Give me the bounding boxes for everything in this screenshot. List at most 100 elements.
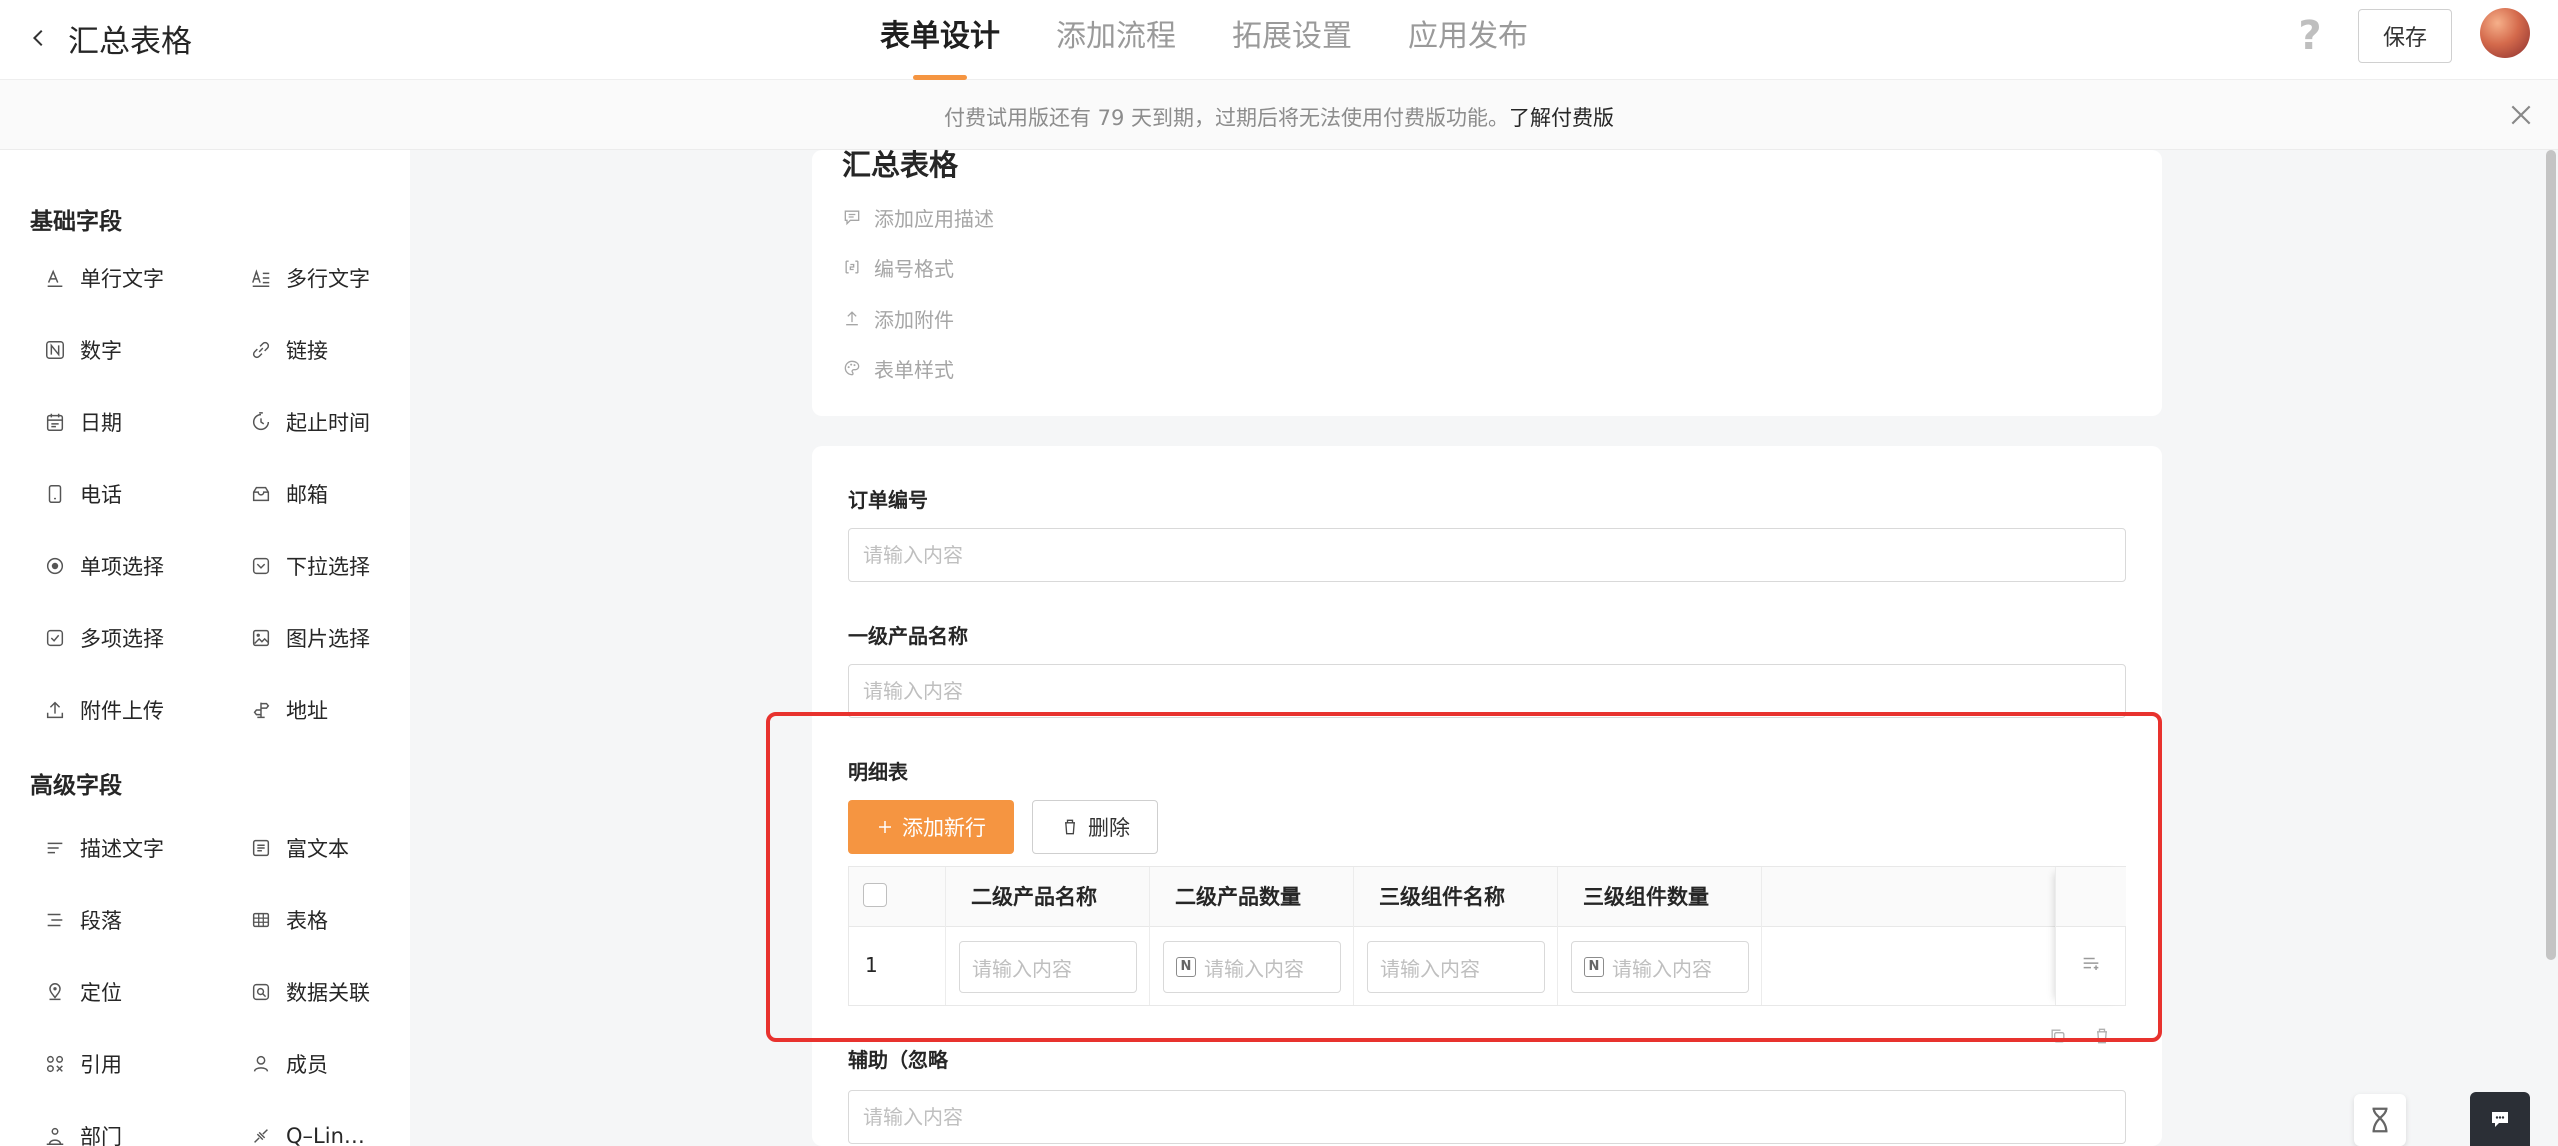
radio-icon — [46, 557, 64, 575]
column-divider — [1557, 867, 1558, 1005]
text-multiline-icon — [252, 269, 270, 287]
field-image-choice[interactable]: 图片选择 — [250, 620, 370, 656]
field-table[interactable]: 表格 — [250, 902, 328, 938]
field-link[interactable]: 链接 — [250, 332, 328, 368]
back-button[interactable]: 汇总表格 — [28, 18, 192, 60]
upload-icon — [46, 701, 64, 719]
delete-button[interactable]: 删除 — [1032, 800, 1158, 854]
select-all-checkbox[interactable] — [863, 883, 887, 907]
primary-product-input[interactable]: 请输入内容 — [848, 664, 2126, 718]
basic-fields-title: 基础字段 — [30, 209, 122, 235]
field-date-range[interactable]: 起止时间 — [250, 404, 370, 440]
app-title: 汇总表格 — [68, 23, 192, 60]
add-row-button[interactable]: 添加新行 — [848, 800, 1014, 854]
user-icon — [253, 1055, 269, 1072]
calendar-icon — [46, 413, 64, 431]
field-phone[interactable]: 电话 — [44, 476, 122, 512]
address-icon — [253, 702, 270, 719]
page-scrollbar[interactable] — [2546, 150, 2556, 960]
form-header-card — [812, 150, 2162, 416]
column-divider — [1149, 867, 1150, 1005]
column-divider — [1353, 867, 1354, 1005]
column-header: 三级组件名称 — [1379, 885, 1505, 909]
row-settings-icon[interactable] — [2080, 953, 2102, 975]
column-header: 二级产品数量 — [1175, 885, 1301, 909]
cell-input[interactable]: 请输入内容 — [1367, 941, 1545, 993]
rich-text-icon — [252, 839, 270, 857]
row-number: 1 — [865, 953, 878, 977]
save-button[interactable]: 保存 — [2358, 9, 2452, 63]
column-header: 三级组件数量 — [1583, 885, 1709, 909]
copy-icon[interactable] — [2048, 1026, 2068, 1046]
description-icon — [47, 842, 63, 854]
aux-label: 辅助（忽略 — [848, 1048, 948, 1072]
cell-input[interactable]: 请输入内容 — [959, 941, 1137, 993]
field-reference[interactable]: 引用 — [44, 1046, 122, 1082]
upload-icon — [846, 311, 858, 326]
order-number-label: 订单编号 — [848, 488, 928, 512]
hourglass-button[interactable] — [2354, 1094, 2406, 1146]
column-header: 二级产品名称 — [971, 885, 1097, 909]
detail-table-label: 明细表 — [848, 760, 908, 784]
form-style-action[interactable]: 表单样式 — [842, 353, 954, 383]
number-icon: N — [1176, 957, 1196, 977]
field-rich-text[interactable]: 富文本 — [250, 830, 349, 866]
image-icon — [252, 629, 270, 647]
number-format-action[interactable]: 编号格式 — [842, 252, 954, 282]
trash-icon[interactable] — [2092, 1026, 2112, 1046]
tab-app-publish[interactable]: 应用发布 — [1408, 0, 1528, 80]
field-single-choice[interactable]: 单项选择 — [44, 548, 164, 584]
tab-add-process[interactable]: 添加流程 — [1056, 0, 1176, 80]
cell-number-input[interactable]: N 请输入内容 — [1571, 941, 1749, 993]
order-number-input[interactable]: 请输入内容 — [848, 528, 2126, 582]
avatar[interactable] — [2480, 8, 2530, 58]
table-header: 二级产品名称 二级产品数量 三级组件名称 三级组件数量 — [849, 867, 2125, 927]
hourglass-icon — [2372, 1107, 2388, 1133]
field-multi-line-text[interactable]: 多行文字 — [250, 260, 370, 296]
comment-icon — [844, 210, 860, 226]
notice-text: 付费试用版还有 79 天到期，过期后将无法使用付费版功能。 — [943, 106, 1510, 130]
mailbox-icon — [252, 486, 270, 502]
link-icon — [252, 341, 270, 359]
number-icon — [46, 341, 64, 359]
field-description-text[interactable]: 描述文字 — [44, 830, 164, 866]
field-q-linker[interactable]: Q–Lin… — [250, 1118, 365, 1146]
clock-icon — [252, 412, 270, 431]
field-attachment[interactable]: 附件上传 — [44, 692, 164, 728]
field-location[interactable]: 定位 — [44, 974, 122, 1010]
chat-icon — [2492, 1112, 2508, 1127]
column-divider — [1761, 867, 1762, 1005]
department-icon — [46, 1127, 64, 1145]
field-data-relation[interactable]: 数据关联 — [250, 974, 370, 1010]
detail-table: 二级产品名称 二级产品数量 三级组件名称 三级组件数量 1 请输入内容 N 请输… — [848, 866, 2126, 1006]
paragraph-icon — [47, 913, 63, 927]
add-attachment-action[interactable]: 添加附件 — [842, 303, 954, 333]
field-member[interactable]: 成员 — [250, 1046, 328, 1082]
dropdown-icon — [252, 557, 270, 575]
add-description-action[interactable]: 添加应用描述 — [842, 202, 994, 232]
trash-icon — [1065, 819, 1075, 835]
cell-number-input[interactable]: N 请输入内容 — [1163, 941, 1341, 993]
form-title[interactable]: 汇总表格 — [842, 142, 958, 184]
chat-button[interactable] — [2470, 1092, 2530, 1146]
advanced-fields-title: 高级字段 — [30, 773, 122, 799]
field-department[interactable]: 部门 — [44, 1118, 122, 1146]
chevron-left-icon — [32, 29, 43, 47]
field-multi-choice[interactable]: 多项选择 — [44, 620, 164, 656]
help-icon[interactable]: ? — [2294, 14, 2326, 58]
field-email[interactable]: 邮箱 — [250, 476, 328, 512]
field-single-line-text[interactable]: 单行文字 — [44, 260, 164, 296]
tab-form-design[interactable]: 表单设计 — [880, 0, 1000, 80]
notice-link[interactable]: 了解付费版 — [1509, 106, 1614, 130]
field-number[interactable]: 数字 — [44, 332, 122, 368]
field-address[interactable]: 地址 — [250, 692, 328, 728]
primary-product-label: 一级产品名称 — [848, 624, 968, 648]
row-action-column — [2055, 867, 2126, 1005]
tab-extension-settings[interactable]: 拓展设置 — [1232, 0, 1352, 80]
field-date[interactable]: 日期 — [44, 404, 122, 440]
aux-input[interactable]: 请输入内容 — [848, 1090, 2126, 1144]
field-paragraph[interactable]: 段落 — [44, 902, 122, 938]
number-format-icon — [845, 260, 859, 274]
field-dropdown[interactable]: 下拉选择 — [250, 548, 370, 584]
close-icon[interactable] — [2508, 102, 2534, 128]
